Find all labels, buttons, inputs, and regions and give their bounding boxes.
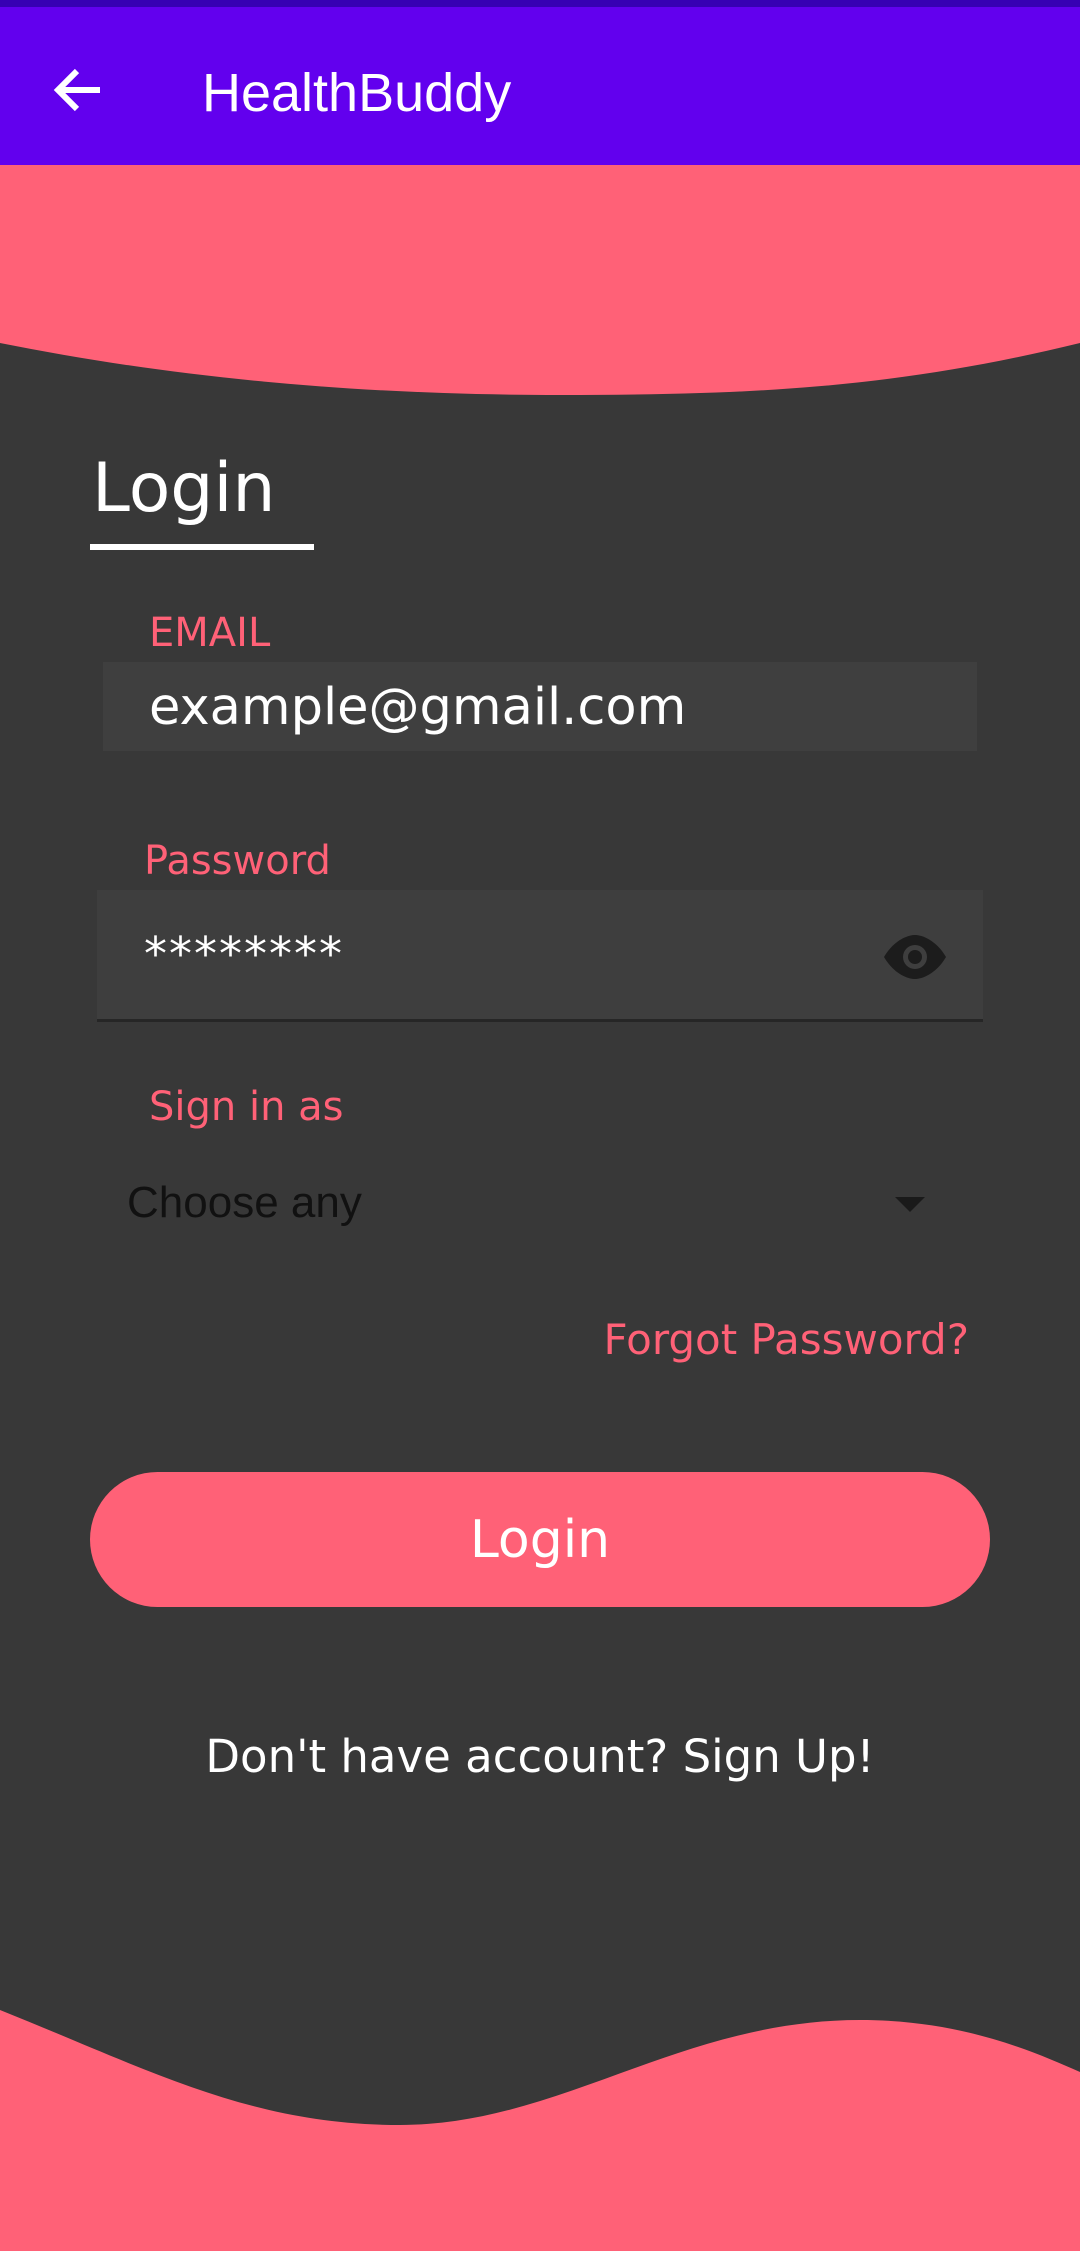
login-heading: Login bbox=[92, 449, 276, 528]
app-bar: HealthBuddy bbox=[0, 0, 1080, 165]
password-value: ******** bbox=[144, 927, 344, 981]
login-button-label: Login bbox=[469, 1509, 611, 1570]
password-visibility-toggle[interactable] bbox=[878, 922, 952, 992]
bottom-wave-decoration bbox=[0, 2010, 1080, 2251]
login-button[interactable]: Login bbox=[90, 1472, 990, 1607]
eye-icon bbox=[884, 935, 946, 979]
dropdown-arrow-icon bbox=[895, 1197, 925, 1212]
email-label: EMAIL bbox=[149, 610, 271, 656]
app-title: HealthBuddy bbox=[202, 63, 512, 123]
signup-link[interactable]: Don't have account? Sign Up! bbox=[0, 1727, 1080, 1787]
arrow-back-icon bbox=[53, 68, 100, 112]
password-label: Password bbox=[144, 838, 331, 884]
heading-underline bbox=[90, 544, 314, 550]
sign-in-as-selected: Choose any bbox=[127, 1178, 362, 1227]
sign-in-as-label: Sign in as bbox=[149, 1084, 344, 1130]
back-button[interactable] bbox=[40, 52, 116, 128]
top-wave-decoration bbox=[0, 165, 1080, 395]
forgot-password-link[interactable]: Forgot Password? bbox=[603, 1312, 969, 1368]
email-value: example@gmail.com bbox=[149, 678, 687, 737]
